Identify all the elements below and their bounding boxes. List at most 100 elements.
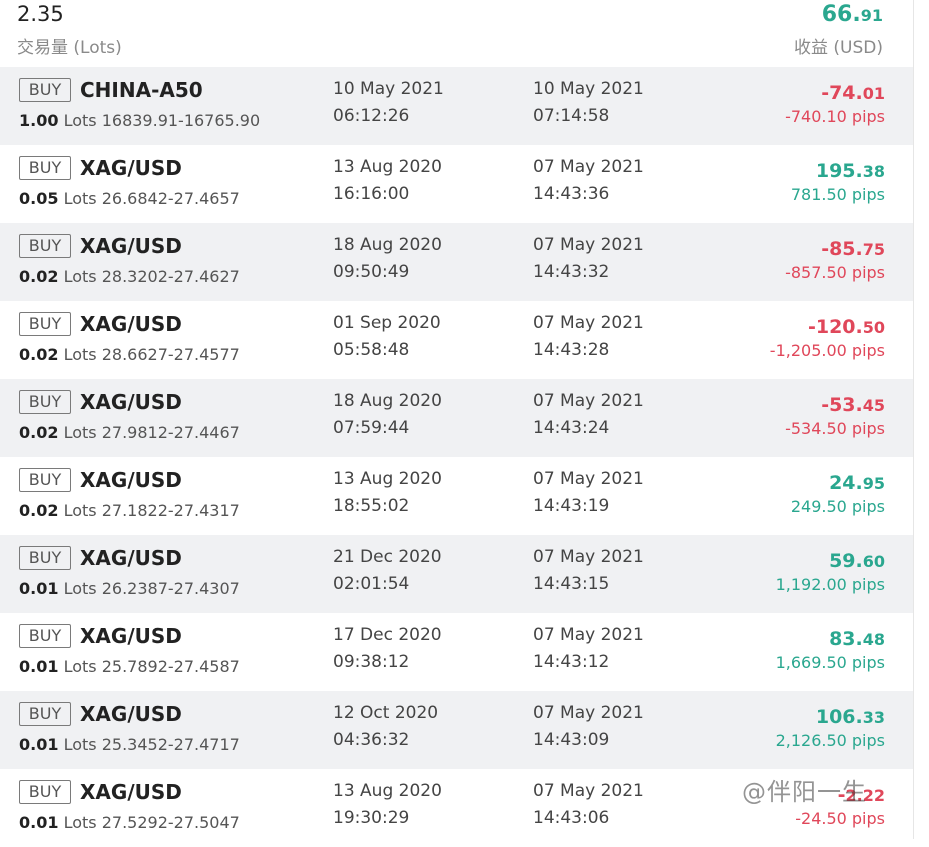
lots-value: 0.02 <box>19 423 59 442</box>
trade-row[interactable]: BUY XAG/USD 0.02 Lots 28.3202-27.4627 18 Au… <box>0 223 913 301</box>
symbol-label: XAG/USD <box>80 390 182 414</box>
profit-dec: 48 <box>862 630 885 649</box>
pips-value: 249.50 pips <box>790 497 885 516</box>
trade-row[interactable]: BUY XAG/USD 0.02 Lots 27.9812-27.4467 18 Au… <box>0 379 913 457</box>
profit-dec: 75 <box>862 240 885 259</box>
lots-info: 0.02 Lots 27.1822-27.4317 <box>19 501 240 520</box>
profit-value: -53.45 <box>821 394 885 416</box>
profit-value: -85.75 <box>821 238 885 260</box>
trade-row[interactable]: BUY XAG/USD 0.05 Lots 26.6842-27.4657 13 Au… <box>0 145 913 223</box>
price-range: 25.7892-27.4587 <box>101 657 240 676</box>
watermark: @伴阳一生 <box>742 778 867 806</box>
lots-info: 0.05 Lots 26.6842-27.4657 <box>19 189 240 208</box>
pips-value: -740.10 pips <box>785 107 885 126</box>
profit-value: 83.48 <box>829 628 885 650</box>
price-range: 28.3202-27.4627 <box>101 267 240 286</box>
open-time: 16:16:00 <box>333 184 410 204</box>
close-time: 14:43:19 <box>533 496 610 516</box>
lots-label: Lots <box>63 579 97 598</box>
side-badge: BUY <box>19 468 71 492</box>
close-date: 07 May 2021 <box>533 625 644 645</box>
lots-info: 0.01 Lots 25.7892-27.4587 <box>19 657 240 676</box>
side-badge: BUY <box>19 702 71 726</box>
profit-value: 195.38 <box>816 160 885 182</box>
trade-row[interactable]: BUY XAG/USD 0.01 Lots 25.3452-27.4717 12 Oc… <box>0 691 913 769</box>
trade-row[interactable]: BUY XAG/USD 0.01 Lots 26.2387-27.4307 21 De… <box>0 535 913 613</box>
close-time: 14:43:32 <box>533 262 610 282</box>
open-time: 09:38:12 <box>333 652 410 672</box>
symbol-label: XAG/USD <box>80 702 182 726</box>
lots-value: 0.02 <box>19 267 59 286</box>
scrollbar[interactable] <box>913 0 929 839</box>
pips-value: -1,205.00 pips <box>769 341 885 360</box>
close-date: 07 May 2021 <box>533 391 644 411</box>
total-profit-dec: 91 <box>860 6 883 25</box>
close-date: 10 May 2021 <box>533 79 644 99</box>
close-date: 07 May 2021 <box>533 235 644 255</box>
close-time: 14:43:06 <box>533 808 610 828</box>
lots-info: 0.01 Lots 27.5292-27.5047 <box>19 813 240 832</box>
close-date: 07 May 2021 <box>533 157 644 177</box>
open-date: 10 May 2021 <box>333 79 444 99</box>
trade-row[interactable]: BUY XAG/USD 0.02 Lots 28.6627-27.4577 01 Se… <box>0 301 913 379</box>
open-time: 06:12:26 <box>333 106 410 126</box>
price-range: 25.3452-27.4717 <box>101 735 240 754</box>
pips-value: 1,669.50 pips <box>775 653 885 672</box>
close-date: 07 May 2021 <box>533 469 644 489</box>
profit-dec: 45 <box>862 396 885 415</box>
lots-info: 1.00 Lots 16839.91-16765.90 <box>19 111 260 130</box>
profit-value: 24.95 <box>829 472 885 494</box>
open-date: 18 Aug 2020 <box>333 391 442 411</box>
open-date: 18 Aug 2020 <box>333 235 442 255</box>
open-time: 18:55:02 <box>333 496 410 516</box>
price-range: 27.1822-27.4317 <box>101 501 240 520</box>
profit-int: -74. <box>821 82 863 104</box>
side-badge: BUY <box>19 312 71 336</box>
total-volume-label: 交易量 (Lots) <box>17 38 122 58</box>
lots-info: 0.02 Lots 27.9812-27.4467 <box>19 423 240 442</box>
price-range: 26.6842-27.4657 <box>101 189 240 208</box>
close-time: 07:14:58 <box>533 106 610 126</box>
lots-label: Lots <box>63 501 97 520</box>
lots-info: 0.02 Lots 28.3202-27.4627 <box>19 267 240 286</box>
side-badge: BUY <box>19 234 71 258</box>
price-range: 28.6627-27.4577 <box>101 345 240 364</box>
trade-row[interactable]: BUY XAG/USD 0.02 Lots 27.1822-27.4317 13 Au… <box>0 457 913 535</box>
lots-info: 0.02 Lots 28.6627-27.4577 <box>19 345 240 364</box>
profit-int: -85. <box>821 238 863 260</box>
trade-row[interactable]: BUY XAG/USD 0.01 Lots 25.7892-27.4587 17 De… <box>0 613 913 691</box>
close-time: 14:43:15 <box>533 574 610 594</box>
lots-info: 0.01 Lots 26.2387-27.4307 <box>19 579 240 598</box>
total-profit-value: 66.91 <box>822 2 883 27</box>
profit-int: -120. <box>807 316 863 338</box>
profit-int: 83. <box>829 628 863 650</box>
symbol-label: XAG/USD <box>80 780 182 804</box>
price-range: 26.2387-27.4307 <box>101 579 240 598</box>
open-date: 17 Dec 2020 <box>333 625 442 645</box>
close-date: 07 May 2021 <box>533 781 644 801</box>
lots-value: 0.01 <box>19 735 59 754</box>
pips-value: -534.50 pips <box>785 419 885 438</box>
trade-row[interactable]: BUY CHINA-A50 1.00 Lots 16839.91-16765.90 1… <box>0 67 913 145</box>
lots-value: 0.01 <box>19 657 59 676</box>
side-badge: BUY <box>19 78 71 102</box>
profit-int: 195. <box>815 160 863 182</box>
total-profit-int: 66. <box>821 2 861 27</box>
lots-value: 0.02 <box>19 501 59 520</box>
open-date: 12 Oct 2020 <box>333 703 439 723</box>
profit-value: -74.01 <box>821 82 885 104</box>
profit-int: 59. <box>829 550 863 572</box>
side-badge: BUY <box>19 624 71 648</box>
open-date: 21 Dec 2020 <box>333 547 442 567</box>
close-time: 14:43:36 <box>533 184 610 204</box>
lots-label: Lots <box>63 813 97 832</box>
close-date: 07 May 2021 <box>533 313 644 333</box>
lots-label: Lots <box>63 189 97 208</box>
summary-header: 2.35 交易量 (Lots) 66.91 收益 (USD) <box>0 0 913 67</box>
side-badge: BUY <box>19 156 71 180</box>
price-range: 16839.91-16765.90 <box>101 111 261 130</box>
open-date: 13 Aug 2020 <box>333 157 442 177</box>
total-profit-label: 收益 (USD) <box>794 38 883 58</box>
profit-value: 59.60 <box>829 550 885 572</box>
lots-label: Lots <box>63 657 97 676</box>
